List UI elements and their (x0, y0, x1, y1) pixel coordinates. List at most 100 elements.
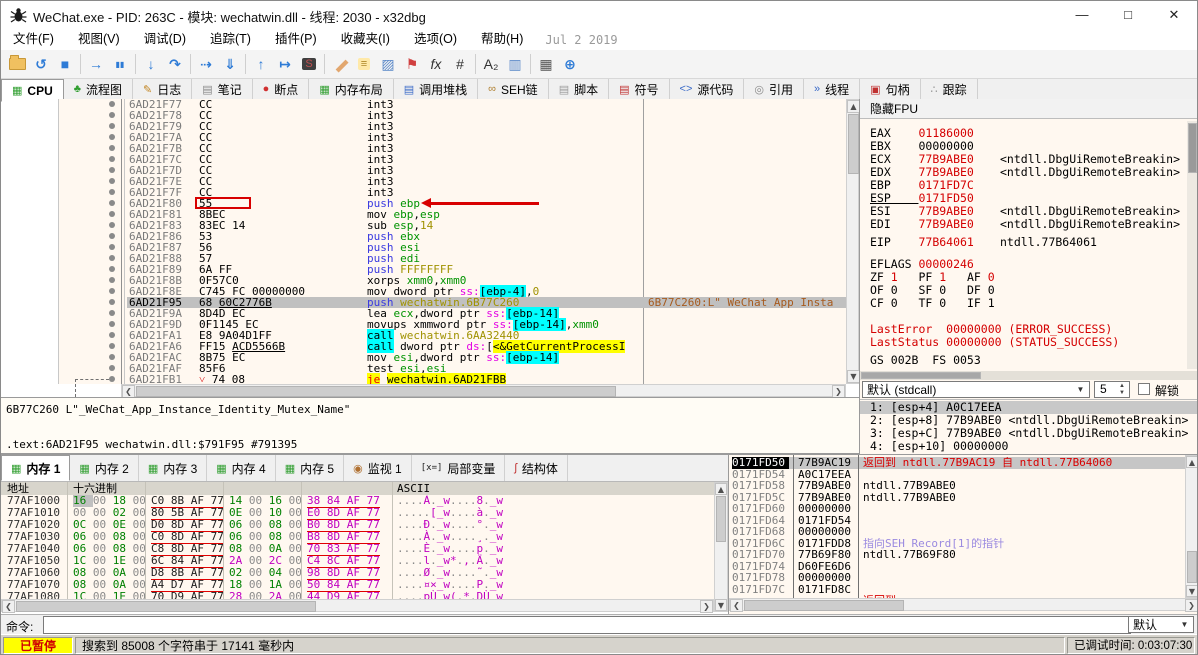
scroll-left-arrow-icon[interactable]: ❮ (2, 600, 15, 613)
stack-view[interactable]: 0171FD50 77B9AC19 返回到 ntdll.77B9AC19 自 ntd… (729, 457, 1185, 598)
tab-script[interactable]: ▤ 脚本 (549, 79, 610, 99)
menu-item[interactable]: 调试(D) (132, 32, 198, 46)
register-row[interactable]: EDI 77B9ABE0 (870, 217, 974, 231)
breakpoint-dot-icon[interactable] (109, 332, 115, 338)
menu-item[interactable]: 插件(P) (263, 32, 329, 46)
breakpoint-dot-icon[interactable] (109, 134, 115, 140)
execute-till-return-icon[interactable]: ↑ (249, 52, 273, 76)
tab-struct[interactable]: ʃ 结构体 (505, 455, 568, 481)
breakpoint-dot-icon[interactable] (109, 178, 115, 184)
argument-count-spinner[interactable]: 5 ▲ ▼ (1094, 381, 1130, 398)
breakpoint-dot-icon[interactable] (109, 310, 115, 316)
memory-horizontal-scrollbar[interactable]: ❮ ❯ (1, 599, 714, 613)
tab-references[interactable]: ◎ 引用 (744, 79, 805, 99)
trace-over-icon[interactable]: ⇓ (218, 52, 242, 76)
step-over-icon[interactable]: ↷ (163, 52, 187, 76)
stop-icon[interactable]: ■ (53, 52, 77, 76)
tab-breakpoints[interactable]: ● 断点 (253, 79, 310, 99)
comment-icon[interactable]: ≡ (352, 52, 376, 76)
scroll-right-arrow-icon[interactable]: ❯ (700, 600, 713, 613)
tab-memory-map[interactable]: ▦ 内存布局 (309, 79, 394, 99)
scrollbar-thumb[interactable] (1187, 551, 1197, 583)
register-row[interactable]: ESP 0171FD50 (870, 191, 974, 205)
tab-dump-3[interactable]: ▦ 内存 3 (139, 455, 208, 481)
tab-symbols[interactable]: ▤ 符号 (609, 79, 670, 99)
breakpoint-dot-icon[interactable] (109, 145, 115, 151)
command-input[interactable] (43, 616, 1131, 634)
breakpoint-dot-icon[interactable] (109, 222, 115, 228)
disasm-horizontal-scrollbar[interactable]: ❮ ❯ (121, 384, 846, 398)
call-arguments-list[interactable]: 1: [esp+4] A0C17EEA 2: [esp+8] 77B9ABE0 <… (860, 399, 1197, 455)
command-mode-select[interactable]: 默认 ▼ (1128, 616, 1194, 633)
register-row[interactable]: ECX 77B9ABE0 (870, 152, 974, 166)
memory-vertical-scrollbar[interactable]: ▲ ▼ (714, 482, 728, 612)
globe-icon[interactable]: ⊕ (558, 52, 582, 76)
calculator-icon[interactable]: ▦ (534, 52, 558, 76)
scrollbar-thumb[interactable] (744, 600, 904, 611)
breakpoint-dot-icon[interactable] (109, 365, 115, 371)
register-row[interactable]: LastStatus 00000000 (STATUS_SUCCESS) (870, 335, 1119, 349)
stack-horizontal-scrollbar[interactable]: ❮ ❯ (729, 598, 1197, 612)
menu-item[interactable]: 收藏夹(I) (329, 32, 402, 46)
tab-dump-1[interactable]: ▦ 内存 1 (1, 455, 71, 481)
bookmark-icon[interactable]: ⚑ (400, 52, 424, 76)
breakpoint-dot-icon[interactable] (109, 255, 115, 261)
stack-row[interactable]: 0171FD68 00000000 (729, 526, 1185, 538)
tab-cpu[interactable]: ▦ CPU (1, 79, 64, 102)
register-row[interactable]: EBP 0171FD7C (870, 178, 974, 192)
tab-dump-5[interactable]: ▦ 内存 5 (276, 455, 345, 481)
scroll-up-arrow-icon[interactable]: ▲ (715, 483, 727, 495)
open-file-icon[interactable] (5, 52, 29, 76)
register-row[interactable]: CF 0 TF 0 IF 1 (870, 296, 1015, 310)
maximize-button[interactable]: □ (1105, 1, 1151, 29)
registers-vertical-scrollbar[interactable] (1187, 121, 1197, 369)
tab-call-stack[interactable]: ▤ 调用堆栈 (394, 79, 479, 99)
tab-locals[interactable]: [x=] 局部变量 (412, 455, 506, 481)
menu-item[interactable]: 视图(V) (66, 32, 132, 46)
breakpoint-dot-icon[interactable] (109, 343, 115, 349)
register-row[interactable]: EIP 77B64061 (870, 235, 974, 249)
menu-item[interactable]: 选项(O) (402, 32, 469, 46)
unlock-checkbox[interactable] (1138, 383, 1150, 395)
breakpoint-dot-icon[interactable] (109, 156, 115, 162)
stack-row[interactable]: 0171FD70 77B69F80 ntdll.77B69F80 (729, 549, 1185, 561)
stack-row[interactable]: 0171FD60 00000000 (729, 503, 1185, 515)
menu-item[interactable]: 追踪(T) (198, 32, 263, 46)
scroll-left-arrow-icon[interactable]: ❮ (730, 599, 743, 612)
breakpoint-dot-icon[interactable] (109, 288, 115, 294)
register-row[interactable]: OF 0 SF 0 DF 0 (870, 283, 1015, 297)
tab-seh[interactable]: ∞ SEH链 (478, 79, 549, 99)
modules-icon[interactable]: ▥ (503, 52, 527, 76)
step-into-icon[interactable]: ↓ (139, 52, 163, 76)
switch-thread-icon[interactable]: S (297, 52, 321, 76)
scrollbar-thumb[interactable] (1188, 123, 1197, 173)
memory-dump-view[interactable]: 77AF1000 16 00 18 00 C0 8B AF 77 14 00 16 0… (1, 495, 714, 599)
tab-source[interactable]: <> 源代码 (670, 79, 745, 99)
scroll-right-arrow-icon[interactable]: ❯ (1185, 599, 1197, 612)
tab-dump-2[interactable]: ▦ 内存 2 (70, 455, 139, 481)
breakpoint-dot-icon[interactable] (109, 123, 115, 129)
register-row[interactable]: ESI 77B9ABE0 (870, 204, 974, 218)
tab-trace[interactable]: ∴ 跟踪 (921, 79, 978, 99)
hash-icon[interactable]: # (448, 52, 472, 76)
scrollbar-thumb[interactable] (716, 496, 726, 542)
patch-icon[interactable]: ▬ (328, 52, 352, 76)
breakpoint-dot-icon[interactable] (109, 354, 115, 360)
tab-notes[interactable]: ▤ 笔记 (192, 79, 253, 99)
tab-log[interactable]: ✎ 日志 (133, 79, 193, 99)
breakpoint-dot-icon[interactable] (109, 299, 115, 305)
scrollbar-thumb[interactable] (136, 386, 616, 397)
registers-horizontal-scrollbar[interactable] (860, 371, 1197, 380)
trace-into-icon[interactable]: ⇢ (194, 52, 218, 76)
stack-vertical-scrollbar[interactable]: ▲ ▼ (1185, 455, 1197, 598)
scrollbar-thumb[interactable] (848, 114, 859, 174)
function-icon[interactable]: fx (424, 52, 448, 76)
breakpoint-dot-icon[interactable] (109, 112, 115, 118)
run-icon[interactable]: → (84, 52, 108, 76)
breakpoint-dot-icon[interactable] (109, 233, 115, 239)
disasm-vertical-scrollbar[interactable]: ▲ ▼ (846, 99, 860, 384)
breakpoint-dot-icon[interactable] (109, 266, 115, 272)
breakpoint-dot-icon[interactable] (109, 321, 115, 327)
tab-handles[interactable]: ▣ 句柄 (860, 79, 921, 99)
menu-item[interactable]: 帮助(H) (469, 32, 535, 46)
